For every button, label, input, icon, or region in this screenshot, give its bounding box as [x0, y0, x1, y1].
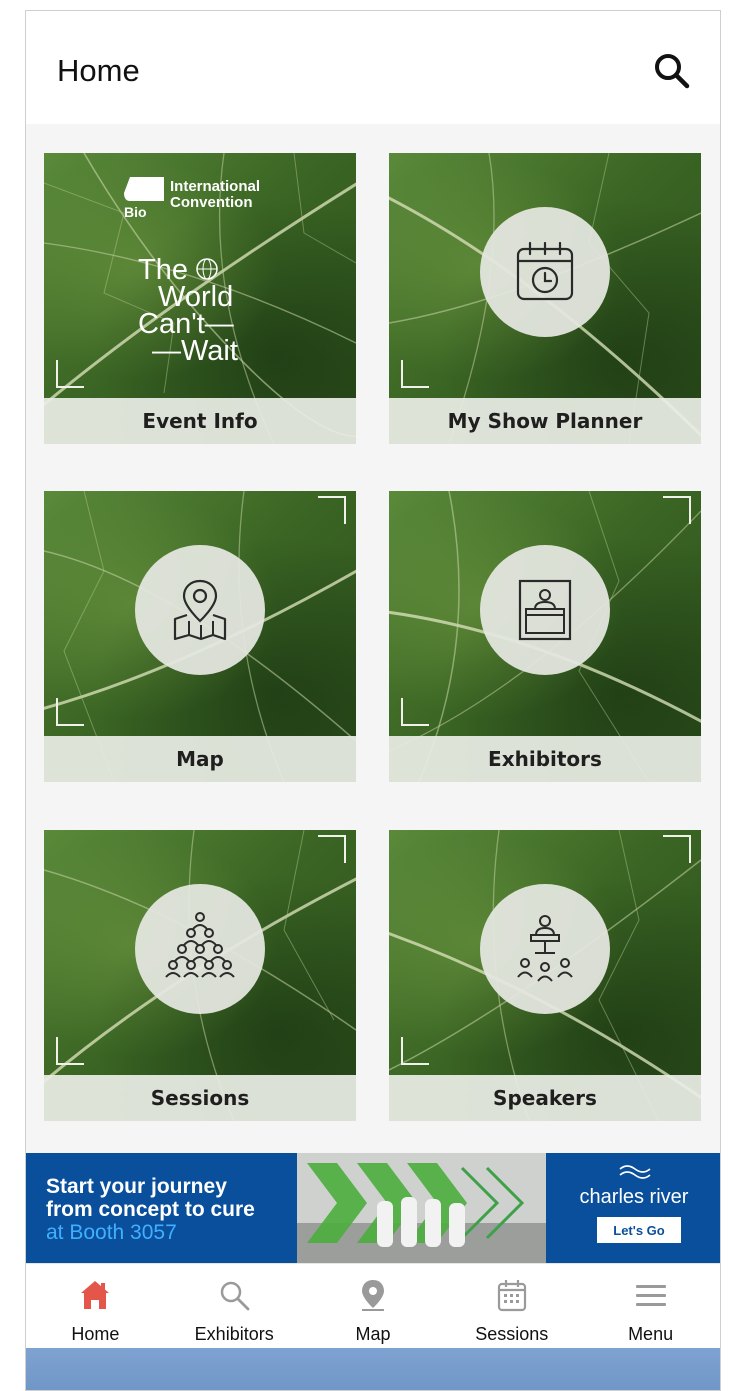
- bio-convention-logo: Bio International Convention The World C…: [124, 177, 260, 367]
- ad-line-3: at Booth 3057: [46, 1221, 177, 1244]
- tile-map[interactable]: Map: [44, 491, 356, 782]
- top-bar: Home: [26, 11, 720, 124]
- sponsor-ad-banner[interactable]: Start your journey from concept to cure …: [26, 1153, 720, 1263]
- nav-item-sessions[interactable]: Sessions: [442, 1264, 581, 1349]
- map-pin-icon: [173, 579, 227, 641]
- tile-label: Speakers: [389, 1075, 701, 1121]
- corner-mark: [318, 496, 346, 524]
- search-icon: [220, 1281, 250, 1311]
- app-screen: Home Bio International Convention The Wo…: [25, 10, 721, 1391]
- tile-label: Map: [44, 736, 356, 782]
- svg-text:Convention: Convention: [170, 194, 253, 211]
- nav-item-exhibitors[interactable]: Exhibitors: [165, 1264, 304, 1349]
- tile-event-info[interactable]: Bio International Convention The World C…: [44, 153, 356, 444]
- svg-text:International: International: [170, 178, 260, 195]
- ad-line-2: from concept to cure: [46, 1198, 255, 1221]
- nav-label: Sessions: [475, 1324, 549, 1344]
- nav-label: Exhibitors: [194, 1324, 274, 1344]
- tile-label: My Show Planner: [389, 398, 701, 444]
- icon-badge: [135, 884, 265, 1014]
- ad-cta-button[interactable]: Let's Go: [597, 1217, 681, 1243]
- ad-brand-area: charles river Let's Go: [546, 1153, 720, 1263]
- page-title: Home: [57, 53, 140, 88]
- icon-badge: [480, 207, 610, 337]
- calendar-icon: [497, 1280, 526, 1312]
- tile-label: Sessions: [44, 1075, 356, 1121]
- ad-line-1: Start your journey: [46, 1175, 227, 1198]
- event-logo: Bio International Convention The World C…: [124, 171, 284, 367]
- nav-label: Map: [355, 1324, 391, 1344]
- icon-badge: [480, 545, 610, 675]
- corner-mark: [56, 698, 84, 726]
- svg-text:—Wait: —Wait: [152, 335, 238, 361]
- tile-sessions[interactable]: Sessions: [44, 830, 356, 1121]
- svg-text:Bio: Bio: [124, 204, 147, 220]
- corner-mark: [56, 1037, 84, 1065]
- people-pyramid-icon: [165, 912, 235, 978]
- nav-label: Menu: [628, 1324, 674, 1344]
- ad-lab-photo: [297, 1153, 546, 1263]
- map-pin-icon: [361, 1280, 384, 1311]
- corner-mark: [318, 835, 346, 863]
- home-icon: [81, 1281, 110, 1309]
- nav-item-menu[interactable]: Menu: [581, 1264, 720, 1349]
- hamburger-menu-icon: [635, 1285, 666, 1306]
- nav-item-home[interactable]: Home: [26, 1264, 165, 1349]
- system-home-area: [26, 1348, 720, 1390]
- icon-badge: [480, 884, 610, 1014]
- corner-mark: [663, 835, 691, 863]
- ad-brand-name: charles river: [579, 1186, 689, 1208]
- bottom-navigation: Home Exhibitors Map Sessions Menu: [26, 1263, 720, 1349]
- tile-label: Event Info: [44, 398, 356, 444]
- corner-mark: [401, 360, 429, 388]
- tile-my-show-planner[interactable]: My Show Planner: [389, 153, 701, 444]
- speaker-podium-icon: [517, 915, 573, 982]
- corner-mark: [401, 1037, 429, 1065]
- corner-mark: [663, 496, 691, 524]
- search-icon: [655, 54, 690, 89]
- tile-speakers[interactable]: Speakers: [389, 830, 701, 1121]
- ad-text: Start your journey from concept to cure …: [46, 1175, 255, 1244]
- tile-exhibitors[interactable]: Exhibitors: [389, 491, 701, 782]
- exhibitor-booth-icon: [518, 579, 572, 641]
- corner-mark: [56, 360, 84, 388]
- tile-label: Exhibitors: [389, 736, 701, 782]
- wave-logo-icon: [619, 1165, 651, 1179]
- icon-badge: [135, 545, 265, 675]
- search-button[interactable]: [652, 51, 692, 91]
- nav-label: Home: [71, 1324, 120, 1344]
- corner-mark: [401, 698, 429, 726]
- calendar-clock-icon: [516, 241, 574, 301]
- nav-item-map[interactable]: Map: [304, 1264, 443, 1349]
